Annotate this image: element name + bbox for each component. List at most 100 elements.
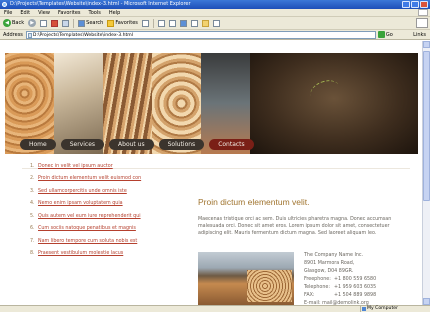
address-value: +1 959 603 6035 <box>334 285 377 290</box>
search-icon <box>78 19 86 27</box>
stop-icon[interactable] <box>40 19 48 27</box>
folder-icon[interactable] <box>201 19 209 27</box>
nav-about-us[interactable]: About us <box>109 139 154 150</box>
search-label: Search <box>86 20 104 26</box>
security-zone: My Computer <box>360 306 430 312</box>
print-icon[interactable] <box>168 19 176 27</box>
list-number: 3. <box>30 188 35 194</box>
address-value: +1 504 889 9898 <box>334 293 377 298</box>
menu-tools[interactable]: Tools <box>89 10 101 16</box>
list-number: 2. <box>30 176 35 182</box>
go-arrow-icon[interactable] <box>377 31 385 38</box>
list-item: 7. Nam libero tempore cum soluta nobis es… <box>30 235 180 248</box>
favorites-star-icon <box>107 19 115 27</box>
list-number: 4. <box>30 201 35 207</box>
scroll-thumb[interactable] <box>423 51 430 201</box>
toolbar: ◀ Back ▶ Search Favorites <box>0 17 430 30</box>
favorites-label: Favorites <box>115 20 138 26</box>
scroll-down-icon[interactable] <box>423 298 430 305</box>
vertical-scrollbar[interactable] <box>422 41 430 305</box>
list-number: 7. <box>30 238 35 244</box>
address-value: D:\Projects\Templates\Website\index-3.ht… <box>32 32 134 38</box>
links-button[interactable]: Links <box>413 32 426 38</box>
windows-logo-icon <box>418 9 428 16</box>
favorites-button[interactable]: Favorites <box>107 19 138 27</box>
page-icon <box>27 32 32 38</box>
header-dark-panel <box>250 53 418 154</box>
list-item: 1. Donec in velit vel ipsum auctor <box>30 160 180 173</box>
company-city: Glasgow, D04 89GR. <box>304 269 354 274</box>
refresh-icon[interactable] <box>51 19 59 27</box>
company-address: The Company Name Inc. 8901 Marmora Road,… <box>304 252 416 308</box>
mail-icon[interactable] <box>157 19 165 27</box>
nav-solutions[interactable]: Solutions <box>158 139 205 150</box>
main-nav: Home Services About us Solutions Contact… <box>20 139 254 150</box>
main-heading: Proin dictum elementum velit. <box>198 197 310 207</box>
window-title: D:\Projects\Templates\Website\index-3.ht… <box>10 1 191 7</box>
address-row: Telephone: +1 959 603 6035 <box>304 284 416 292</box>
internet-explorer-icon <box>2 2 7 7</box>
timber-photo-logs <box>247 270 292 302</box>
address-value: +1 800 559 6580 <box>334 277 377 282</box>
list-item: 2. Proin dictum elementum velit euismod c… <box>30 173 180 186</box>
nav-services[interactable]: Services <box>60 139 105 150</box>
header-flourish <box>307 76 343 106</box>
menu-file[interactable]: File <box>4 10 12 16</box>
edit-icon[interactable] <box>179 19 187 27</box>
list-number: 6. <box>30 226 35 232</box>
forward-button[interactable]: ▶ <box>28 19 37 27</box>
list-link[interactable]: Nam libero tempore cum soluta nobis est <box>38 239 137 244</box>
toolbar-separator <box>73 18 75 28</box>
go-button[interactable]: Go <box>386 32 393 38</box>
discuss-icon[interactable] <box>190 19 198 27</box>
minimize-button[interactable] <box>402 1 410 8</box>
list-link[interactable]: Proin dictum elementum velit euismod con <box>38 176 141 181</box>
main-paragraph: Maecenas tristique orci ac sem. Duis ult… <box>198 217 392 236</box>
back-label: Back <box>12 20 25 26</box>
company-name: The Company Name Inc. <box>304 253 364 258</box>
menu-edit[interactable]: Edit <box>20 10 30 16</box>
home-icon[interactable] <box>62 19 70 27</box>
toolbar-separator <box>152 18 154 28</box>
list-number: 5. <box>30 213 35 219</box>
company-street: 8901 Marmora Road, <box>304 261 355 266</box>
history-icon[interactable] <box>141 19 149 27</box>
timber-photo <box>198 252 294 305</box>
window-controls <box>402 1 428 8</box>
list-number: 8. <box>30 251 35 257</box>
list-link[interactable]: Praesent vestibulum molestie lacus <box>38 251 123 256</box>
list-link[interactable]: Nemo enim ipsam voluptatem quia <box>38 201 123 206</box>
list-number: 1. <box>30 163 35 169</box>
list-item: 3. Sed ullamcorpercitis unde omnis iste <box>30 185 180 198</box>
window-titlebar: D:\Projects\Templates\Website\index-3.ht… <box>0 0 430 9</box>
side-link-list: 1. Donec in velit vel ipsum auctor 2. Proi… <box>30 160 180 260</box>
maximize-button[interactable] <box>411 1 419 8</box>
forward-arrow-icon: ▶ <box>28 19 37 27</box>
back-arrow-icon: ◀ <box>3 19 11 27</box>
menu-view[interactable]: View <box>38 10 50 16</box>
address-label: Address <box>3 31 23 38</box>
address-key: Telephone: <box>304 285 330 290</box>
scroll-up-icon[interactable] <box>423 41 430 48</box>
back-button[interactable]: ◀ Back <box>3 19 24 27</box>
list-link[interactable]: Quis autem vel eum iure reprehenderit qu… <box>38 214 141 219</box>
list-link[interactable]: Donec in velit vel ipsum auctor <box>38 164 113 169</box>
site-header: Home Services About us Solutions Contact… <box>5 53 418 154</box>
menu-bar: File Edit View Favorites Tools Help <box>0 9 430 17</box>
list-link[interactable]: Cum sociis natoque penatibus et magnis <box>38 226 136 231</box>
search-button[interactable]: Search <box>78 19 104 27</box>
menu-help[interactable]: Help <box>109 10 120 16</box>
menu-favorites[interactable]: Favorites <box>58 10 81 16</box>
close-button[interactable] <box>420 1 428 8</box>
list-item: 5. Quis autem vel eum iure reprehenderit … <box>30 210 180 223</box>
list-link[interactable]: Sed ullamcorpercitis unde omnis iste <box>38 189 127 194</box>
address-input[interactable]: D:\Projects\Templates\Website\index-3.ht… <box>25 30 376 39</box>
list-item: 6. Cum sociis natoque penatibus et magnis <box>30 223 180 236</box>
messenger-icon[interactable] <box>212 19 220 27</box>
throbber-icon <box>416 18 428 28</box>
nav-home[interactable]: Home <box>20 139 56 150</box>
nav-contacts[interactable]: Contacts <box>209 139 254 150</box>
address-key: Freephone: <box>304 277 331 282</box>
status-bar: My Computer <box>0 305 430 312</box>
list-item: 4. Nemo enim ipsam voluptatem quia <box>30 198 180 211</box>
